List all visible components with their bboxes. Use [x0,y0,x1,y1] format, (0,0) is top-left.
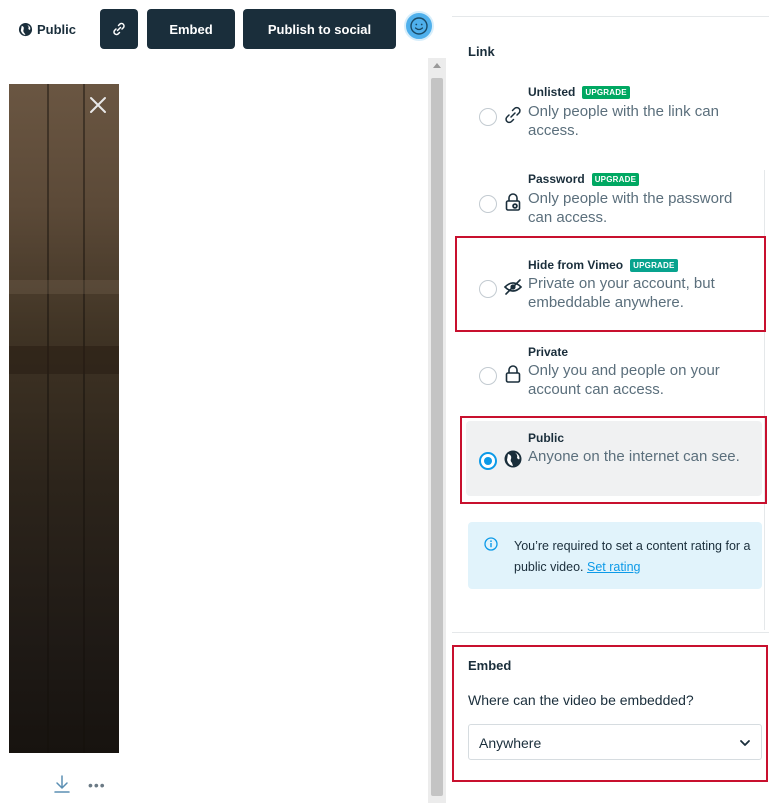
link-icon [113,22,125,36]
privacy-status-label: Public [37,21,77,37]
video-frame-detail [83,84,85,753]
radio-private[interactable] [479,367,497,385]
more-options-button[interactable]: ••• [88,778,106,792]
highlight-box-public [460,416,767,504]
upgrade-badge: UPGRADE [591,172,640,186]
privacy-status-button[interactable]: Public [18,18,76,40]
content-rating-notice: You’re required to set a content rating … [468,522,762,589]
panel-divider [452,16,769,17]
option-title-text: Password [528,172,585,186]
link-section-heading: Link [468,44,495,59]
option-title: Private [528,345,568,359]
top-toolbar: Public Embed Publish to social [0,0,440,58]
highlight-box-hide-from-vimeo [455,236,766,332]
preview-scrollbar[interactable] [428,58,446,803]
privacy-option-password[interactable]: Password UPGRADE Only people with the pa… [468,170,758,230]
user-avatar[interactable] [404,11,434,41]
smiley-face-icon [410,17,428,35]
option-title: Password UPGRADE [528,172,640,186]
option-title: Unlisted UPGRADE [528,85,630,99]
copy-link-button[interactable] [100,9,138,49]
privacy-option-unlisted[interactable]: Unlisted UPGRADE Only people with the li… [468,84,758,144]
video-frame-detail [9,280,119,294]
publish-to-social-button[interactable]: Publish to social [243,9,396,49]
section-divider [452,632,769,633]
option-description: Only people with the password can access… [528,190,733,226]
upgrade-badge: UPGRADE [582,85,630,99]
close-icon [90,97,106,113]
video-preview[interactable] [9,84,119,753]
globe-icon [18,22,33,36]
option-title-text: Unlisted [528,85,576,99]
scroll-up-arrow-icon[interactable] [433,63,441,68]
close-button[interactable] [88,95,108,115]
privacy-option-private[interactable]: Private Only you and people on your acco… [468,344,758,404]
scroll-thumb[interactable] [431,78,443,796]
lock-icon [503,364,523,384]
option-description: Only people with the link can access. [528,103,719,139]
option-title-text: Private [528,345,569,359]
download-button[interactable] [52,774,72,794]
lock-key-icon [503,192,523,212]
info-icon [484,537,498,551]
option-description: Only you and people on your account can … [528,362,720,398]
radio-password[interactable] [479,195,497,213]
highlight-box-embed [452,645,768,782]
content-rating-text: You’re required to set a content rating … [514,536,754,578]
embed-button[interactable]: Embed [147,9,235,49]
more-dots-icon: ••• [88,777,106,793]
download-icon [54,775,70,793]
set-rating-link[interactable]: Set rating [587,560,641,574]
radio-unlisted[interactable] [479,108,497,126]
video-frame-detail [47,84,49,753]
link-icon [503,105,523,125]
video-frame-detail [9,346,119,374]
